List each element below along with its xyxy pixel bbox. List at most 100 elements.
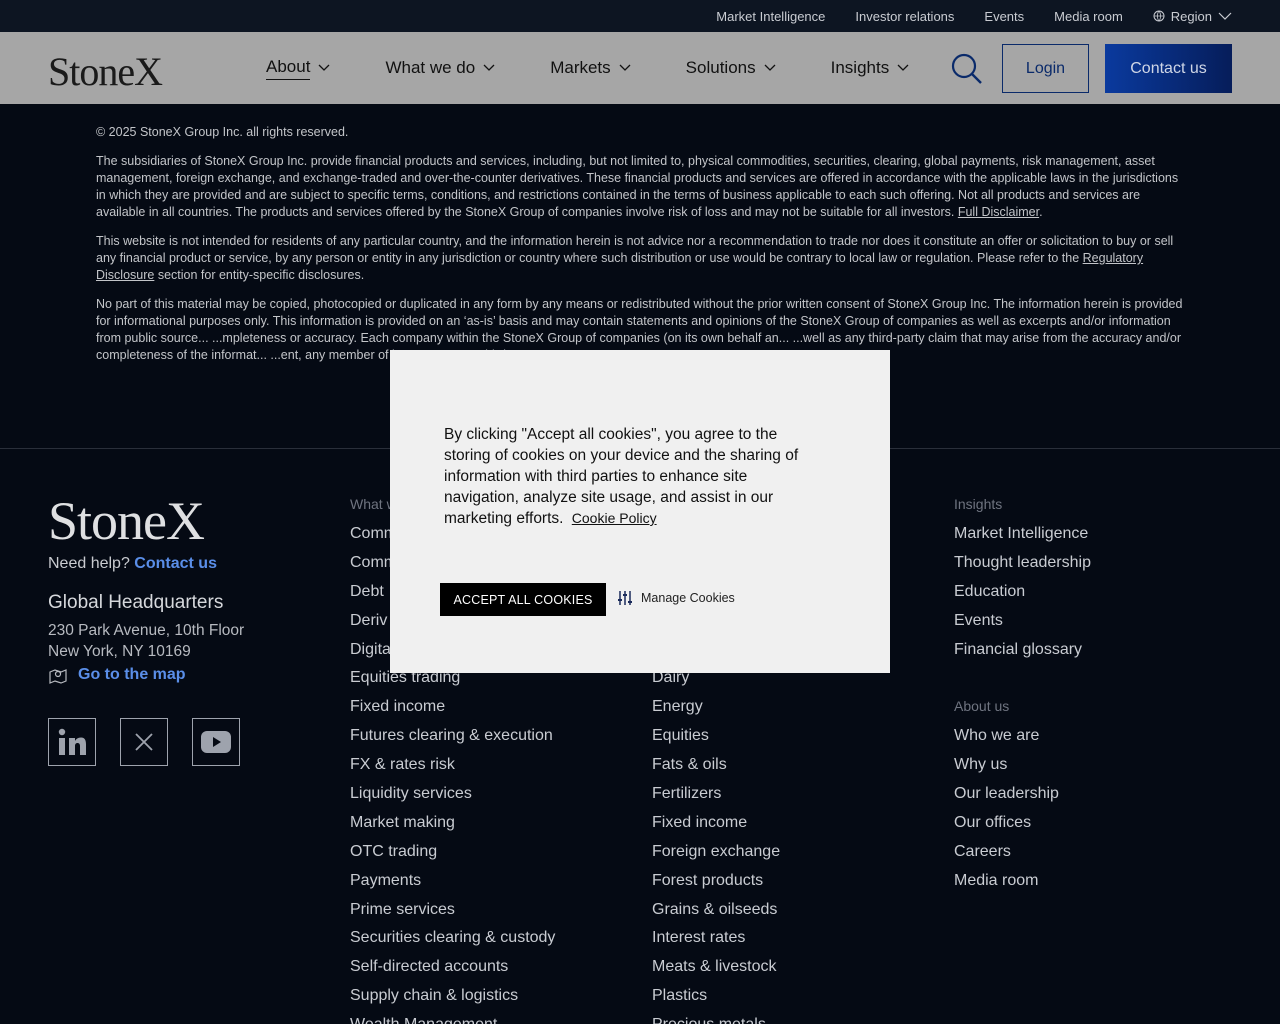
nav-what-we-do[interactable]: What we do [385, 58, 495, 78]
main-nav: About What we do Markets Solutions Insig… [266, 32, 964, 104]
footer-link[interactable]: Education [954, 582, 1091, 611]
footer-link[interactable]: Market making [350, 813, 555, 842]
cookie-policy-link[interactable]: Cookie Policy [572, 510, 657, 526]
util-link-media-room[interactable]: Media room [1054, 9, 1123, 24]
linkedin-icon [58, 728, 86, 755]
cookie-consent-modal: By clicking "Accept all cookies", you ag… [390, 350, 890, 673]
footer-link[interactable]: Fertilizers [652, 784, 780, 813]
chevron-down-icon [483, 64, 495, 71]
footer-link[interactable]: Our offices [954, 813, 1091, 842]
legal-paragraph-1: The subsidiaries of StoneX Group Inc. pr… [96, 154, 1179, 219]
footer-link[interactable]: Fixed income [652, 813, 780, 842]
map-link[interactable]: Go to the map [48, 665, 186, 685]
footer-link[interactable]: Precious metals [652, 1015, 780, 1024]
footer-link[interactable]: FX & rates risk [350, 755, 555, 784]
footer-link[interactable]: Fats & oils [652, 755, 780, 784]
chevron-down-icon [619, 64, 631, 71]
footer-link[interactable]: OTC trading [350, 842, 555, 871]
footer-link[interactable]: Careers [954, 842, 1091, 871]
contact-us-button[interactable]: Contact us [1105, 44, 1232, 93]
help-label: Need help? [48, 555, 130, 572]
footer-link[interactable]: Events [954, 611, 1091, 640]
footer-link[interactable]: Securities clearing & custody [350, 928, 555, 957]
main-header: StoneX About What we do Markets Solution… [0, 32, 1280, 104]
footer-link[interactable]: Financial glossary [954, 640, 1091, 669]
nav-what-we-do-label: What we do [385, 58, 476, 77]
stonex-logo[interactable]: StoneX [48, 48, 163, 95]
col-heading-about-us: About us [954, 698, 1010, 715]
footer-link[interactable]: Interest rates [652, 928, 780, 957]
footer-link[interactable]: Who we are [954, 726, 1091, 755]
region-label: Region [1170, 8, 1212, 24]
footer-link[interactable]: Market Intelligence [954, 524, 1091, 553]
footer-link[interactable]: Forest products [652, 871, 780, 900]
x-icon [135, 733, 153, 751]
region-selector[interactable]: Region [1153, 9, 1232, 24]
footer-link[interactable]: Plastics [652, 986, 780, 1015]
youtube-icon [201, 731, 231, 753]
chevron-down-icon [764, 64, 776, 71]
footer-link[interactable]: Futures clearing & execution [350, 726, 555, 755]
util-link-investor-relations[interactable]: Investor relations [855, 9, 954, 24]
footer-link[interactable]: Grains & oilseeds [652, 900, 780, 929]
help-text: Need help? Contact us [48, 555, 217, 573]
nav-about[interactable]: About [266, 57, 330, 80]
copyright-text: © 2025 StoneX Group Inc. all rights rese… [96, 125, 349, 139]
x-twitter-button[interactable] [120, 718, 168, 766]
footer-link[interactable]: Prime services [350, 900, 555, 929]
hq-title: Global Headquarters [48, 592, 224, 613]
footer-contact-link[interactable]: Contact us [134, 555, 217, 572]
sliders-icon [618, 591, 632, 605]
footer-link[interactable]: Media room [954, 871, 1091, 900]
utility-bar: Market Intelligence Investor relations E… [0, 0, 1280, 32]
footer-link[interactable]: Supply chain & logistics [350, 986, 555, 1015]
footer-link[interactable]: Liquidity services [350, 784, 555, 813]
full-disclaimer-link[interactable]: Full Disclaimer [958, 205, 1039, 219]
footer-link[interactable]: Wealth Management [350, 1015, 555, 1024]
hq-address: 230 Park Avenue, 10th Floor New York, NY… [48, 620, 244, 662]
accept-all-cookies-button[interactable]: ACCEPT ALL COOKIES [440, 583, 606, 616]
util-link-events[interactable]: Events [984, 9, 1024, 24]
globe-icon [1153, 10, 1165, 22]
login-button[interactable]: Login [1002, 44, 1089, 93]
footer-logo[interactable]: StoneX [48, 490, 205, 552]
nav-markets[interactable]: Markets [550, 58, 631, 78]
footer-link[interactable]: Fixed income [350, 697, 555, 726]
youtube-button[interactable] [192, 718, 240, 766]
search-button[interactable] [950, 52, 984, 86]
footer-link[interactable]: Self-directed accounts [350, 957, 555, 986]
manage-cookies-label: Manage Cookies [641, 591, 735, 605]
address-line-2: New York, NY 10169 [48, 643, 191, 660]
legal-paragraph-2: This website is not intended for residen… [96, 233, 1188, 284]
map-pin-icon [49, 669, 67, 684]
nav-insights[interactable]: Insights [831, 58, 910, 78]
footer-link[interactable]: Why us [954, 755, 1091, 784]
nav-solutions-label: Solutions [685, 58, 756, 77]
util-link-market-intelligence[interactable]: Market Intelligence [716, 9, 825, 24]
legal-p2-end: section for entity-specific disclosures. [157, 268, 365, 282]
manage-cookies-button[interactable]: Manage Cookies [617, 590, 735, 606]
search-icon [951, 53, 982, 84]
footer-link[interactable]: Payments [350, 871, 555, 900]
footer-link[interactable]: Meats & livestock [652, 957, 780, 986]
map-link-label: Go to the map [78, 666, 186, 683]
footer-link[interactable]: Energy [652, 697, 780, 726]
footer-link[interactable]: Our leadership [954, 784, 1091, 813]
social-links [48, 718, 240, 766]
chevron-down-icon [897, 64, 909, 71]
footer-link[interactable]: Equities [652, 726, 780, 755]
footer-link[interactable]: Foreign exchange [652, 842, 780, 871]
legal-disclaimer: © 2025 StoneX Group Inc. all rights rese… [96, 124, 1188, 376]
footer-link[interactable]: Thought leadership [954, 553, 1091, 582]
nav-markets-label: Markets [550, 58, 611, 77]
footer-col-insights: Insights Market Intelligence Thought lea… [954, 496, 1091, 900]
linkedin-button[interactable] [48, 718, 96, 766]
address-line-1: 230 Park Avenue, 10th Floor [48, 622, 245, 639]
nav-solutions[interactable]: Solutions [686, 58, 776, 78]
col-heading-insights: Insights [954, 496, 1003, 512]
legal-p2-text: This website is not intended for residen… [96, 234, 1174, 265]
cookie-message: By clicking "Accept all cookies", you ag… [444, 424, 814, 529]
nav-insights-label: Insights [830, 58, 890, 77]
nav-about-label: About [266, 57, 311, 80]
